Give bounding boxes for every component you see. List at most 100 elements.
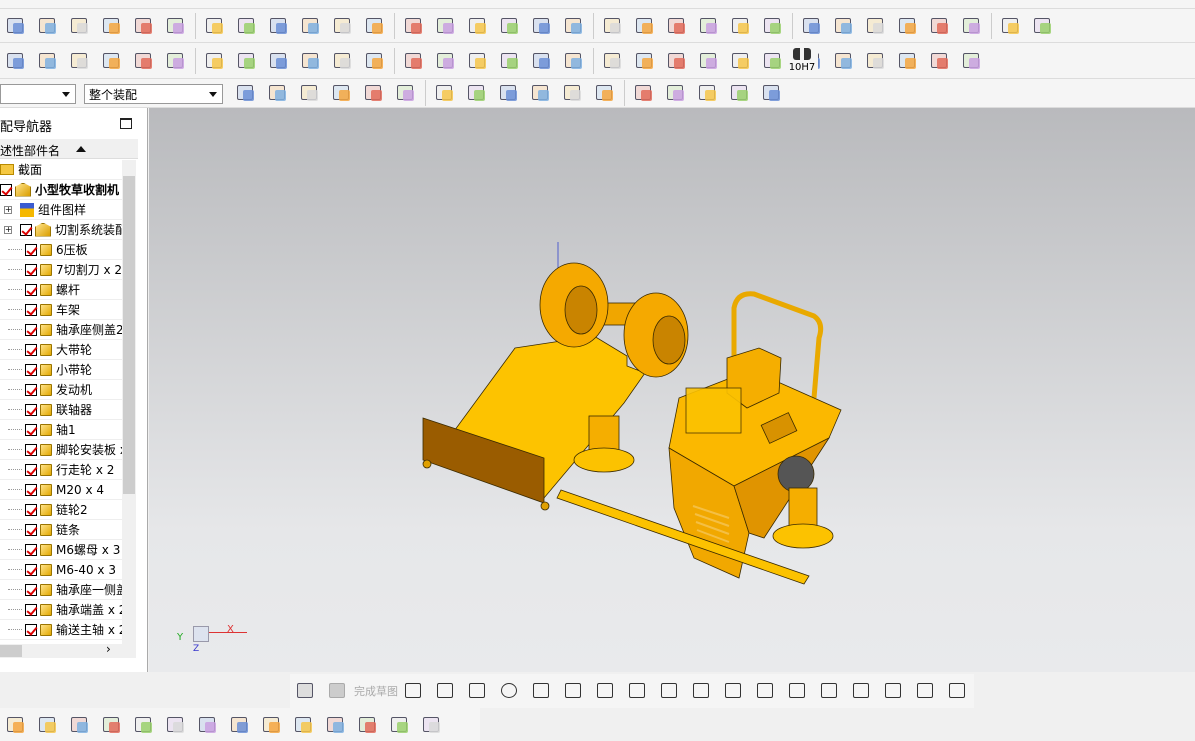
visibility-checkbox[interactable] bbox=[25, 563, 37, 576]
sketch-curve-icon[interactable] bbox=[864, 49, 888, 73]
sheet-metal-icon[interactable] bbox=[235, 49, 259, 73]
tree-item[interactable]: + 切割系统装配 bbox=[0, 220, 122, 240]
view-triad[interactable]: X Y Z bbox=[175, 618, 247, 658]
chamfer-icon[interactable] bbox=[530, 14, 554, 38]
visibility-checkbox[interactable] bbox=[25, 503, 37, 516]
fit-tolerance-button[interactable]: 10H7 bbox=[786, 46, 818, 76]
draft-icon[interactable] bbox=[498, 14, 522, 38]
selection-scope-dropdown[interactable]: 整个装配 bbox=[84, 84, 223, 104]
finish-sketch-button[interactable]: 完成草图 bbox=[322, 679, 398, 703]
bounded-grid-icon[interactable] bbox=[760, 81, 784, 105]
shaded-icon[interactable] bbox=[433, 81, 457, 105]
extrude-icon[interactable] bbox=[4, 14, 28, 38]
tree-item[interactable]: 联轴器 bbox=[0, 400, 122, 420]
sketch-icon[interactable] bbox=[294, 679, 318, 703]
visibility-checkbox[interactable] bbox=[25, 423, 37, 436]
dimension-icon[interactable] bbox=[633, 49, 657, 73]
visibility-checkbox[interactable] bbox=[25, 623, 37, 636]
bridge-icon[interactable] bbox=[960, 14, 984, 38]
visibility-checkbox[interactable] bbox=[25, 243, 37, 256]
shell-icon[interactable] bbox=[164, 14, 188, 38]
tree-item[interactable]: 7切割刀 x 2 bbox=[0, 260, 122, 280]
tangent-icon[interactable] bbox=[728, 81, 752, 105]
tree-item[interactable]: 截面 bbox=[0, 160, 122, 180]
maximize-icon[interactable] bbox=[120, 118, 132, 129]
tree-item[interactable]: 小型牧草收割机 bbox=[0, 180, 122, 200]
wave-icon[interactable] bbox=[292, 713, 316, 737]
exploded-view-icon[interactable] bbox=[196, 713, 220, 737]
tree-item[interactable]: 轴承端盖 x 2 bbox=[0, 600, 122, 620]
mirror-assembly-icon[interactable] bbox=[132, 713, 156, 737]
tree-item[interactable]: + 组件图样 bbox=[0, 200, 122, 220]
visibility-checkbox[interactable] bbox=[25, 323, 37, 336]
tree-item[interactable]: 车架 bbox=[0, 300, 122, 320]
intersection-icon[interactable] bbox=[593, 81, 617, 105]
through-curves-icon[interactable] bbox=[832, 14, 856, 38]
datum-icon[interactable] bbox=[562, 49, 586, 73]
filter-icon[interactable] bbox=[234, 81, 258, 105]
pattern-component-icon[interactable] bbox=[228, 713, 252, 737]
arc-icon[interactable] bbox=[466, 679, 490, 703]
unite-icon[interactable] bbox=[363, 14, 387, 38]
visibility-checkbox[interactable] bbox=[25, 303, 37, 316]
wrap-icon[interactable] bbox=[1031, 14, 1055, 38]
assembly-icon[interactable] bbox=[697, 49, 721, 73]
check-solid-icon[interactable] bbox=[100, 49, 124, 73]
tree-item[interactable]: 螺杆 bbox=[0, 280, 122, 300]
snap-icon[interactable] bbox=[330, 81, 354, 105]
constraint-icon[interactable] bbox=[164, 713, 188, 737]
vertical-scrollbar[interactable] bbox=[122, 160, 136, 644]
sew-icon[interactable] bbox=[999, 14, 1023, 38]
visibility-checkbox[interactable] bbox=[25, 383, 37, 396]
face-blend-icon[interactable] bbox=[601, 14, 625, 38]
flange-icon[interactable] bbox=[267, 49, 291, 73]
add-component-icon[interactable] bbox=[68, 713, 92, 737]
weld-point-icon[interactable] bbox=[299, 49, 323, 73]
triangle-icon[interactable] bbox=[466, 49, 490, 73]
tolerance-icon[interactable] bbox=[665, 49, 689, 73]
tree-item[interactable]: 行走轮 x 2 bbox=[0, 460, 122, 480]
replace-face-icon[interactable] bbox=[729, 14, 753, 38]
mirror-icon[interactable] bbox=[633, 14, 657, 38]
visibility-checkbox[interactable] bbox=[25, 603, 37, 616]
component-filter-icon[interactable] bbox=[266, 81, 290, 105]
visibility-checkbox[interactable] bbox=[25, 523, 37, 536]
polygon-icon[interactable] bbox=[626, 679, 650, 703]
visibility-checkbox[interactable] bbox=[0, 183, 12, 196]
visibility-checkbox[interactable] bbox=[25, 343, 37, 356]
tree-item[interactable]: 链条 bbox=[0, 520, 122, 540]
trim-icon[interactable] bbox=[722, 679, 746, 703]
link-icon[interactable] bbox=[324, 713, 348, 737]
chamfer-icon[interactable] bbox=[562, 679, 586, 703]
visibility-checkbox[interactable] bbox=[25, 583, 37, 596]
tree-item[interactable]: 大带轮 bbox=[0, 340, 122, 360]
view-icon[interactable] bbox=[394, 81, 418, 105]
end-point-icon[interactable] bbox=[497, 81, 521, 105]
interpart-link-icon[interactable] bbox=[356, 713, 380, 737]
tree-item[interactable]: M20 x 4 bbox=[0, 480, 122, 500]
tree-item[interactable]: 轴1 bbox=[0, 420, 122, 440]
new-parent-icon[interactable] bbox=[36, 713, 60, 737]
scrollbar-thumb[interactable] bbox=[123, 176, 135, 494]
control-point-icon[interactable] bbox=[561, 81, 585, 105]
assembly-navigator-icon[interactable] bbox=[4, 713, 28, 737]
make-corner-icon[interactable] bbox=[786, 679, 810, 703]
curve-on-surface-icon[interactable] bbox=[896, 49, 920, 73]
rectangle-icon[interactable] bbox=[594, 679, 618, 703]
mid-point-icon[interactable] bbox=[529, 81, 553, 105]
check-geometry-icon[interactable] bbox=[132, 49, 156, 73]
relationship-icon[interactable] bbox=[388, 713, 412, 737]
graphics-viewport[interactable]: X Y Z bbox=[149, 108, 1195, 672]
visibility-checkbox[interactable] bbox=[25, 363, 37, 376]
point-icon[interactable] bbox=[658, 679, 682, 703]
tree-item[interactable]: 小带轮 bbox=[0, 360, 122, 380]
spring-tension-icon[interactable] bbox=[363, 49, 387, 73]
pattern-curve-icon[interactable] bbox=[850, 679, 874, 703]
snap-point-icon[interactable] bbox=[465, 81, 489, 105]
column-header[interactable]: 述性部件名 bbox=[0, 139, 138, 159]
check-interference-icon[interactable] bbox=[164, 49, 188, 73]
revolve-icon[interactable] bbox=[36, 14, 60, 38]
scrollbar-thumb[interactable] bbox=[0, 645, 22, 657]
quadrant-icon[interactable] bbox=[664, 81, 688, 105]
sweep-icon[interactable] bbox=[434, 14, 458, 38]
